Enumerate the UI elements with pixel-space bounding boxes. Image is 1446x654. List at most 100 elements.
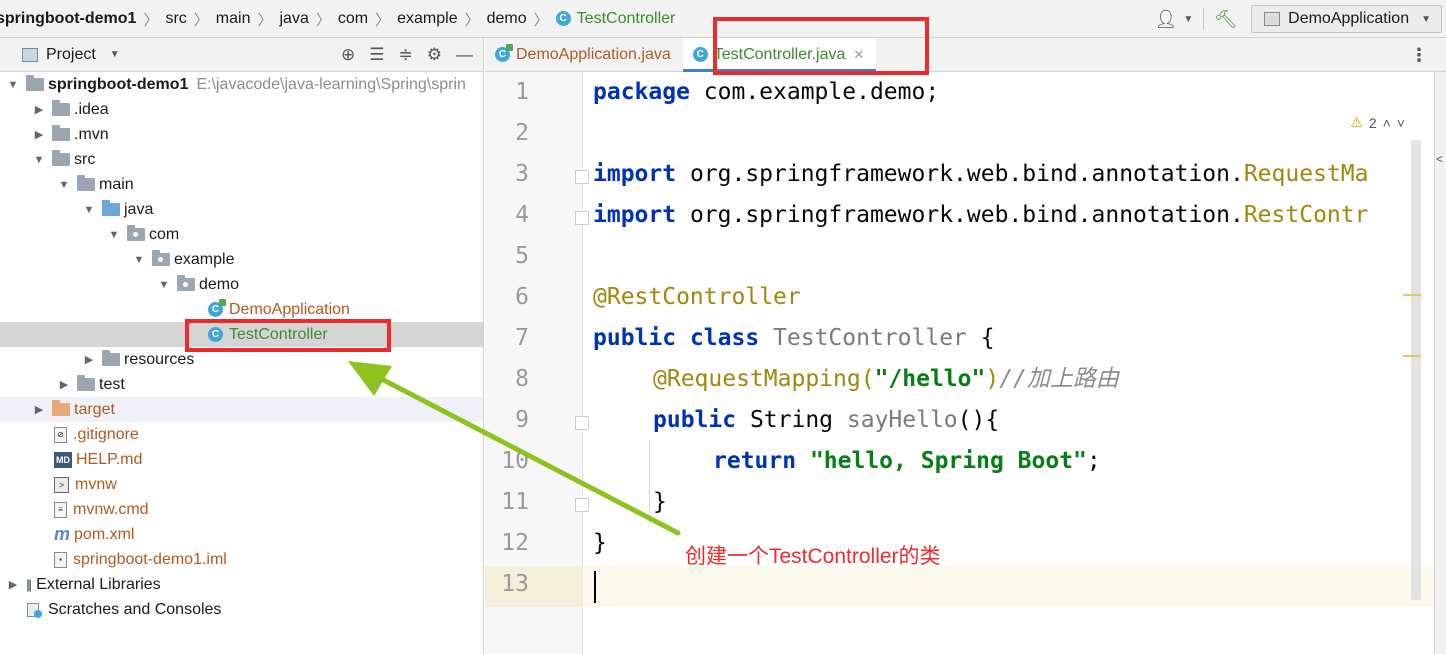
breadcrumb-item[interactable]: springboot-demo1 <box>0 10 136 28</box>
code-line-6: @RestController <box>593 284 801 310</box>
tree-label: pom.xml <box>74 525 135 543</box>
warning-stripe-mark[interactable] <box>1403 294 1421 296</box>
tree-item[interactable]: ▪ springboot-demo1.iml <box>0 547 483 572</box>
hammer-icon[interactable]: 🔨︎ <box>1214 9 1237 30</box>
tree-label: main <box>99 175 134 193</box>
tree-item[interactable]: ≡ mvnw.cmd <box>0 497 483 522</box>
application-icon <box>1264 12 1281 26</box>
chevron-right-icon[interactable]: ▶ <box>32 403 46 416</box>
chevron-down-icon[interactable]: ˅ <box>1397 115 1405 131</box>
locate-icon[interactable]: ⊕ <box>341 45 355 65</box>
chevron-right-icon[interactable]: ▶ <box>82 353 96 366</box>
collapse-all-icon[interactable]: ≑ <box>399 45 413 65</box>
chevron-right-icon[interactable]: ▶ <box>57 378 71 391</box>
tree-label: springboot-demo1.iml <box>73 550 227 568</box>
project-view-selector[interactable]: Project ▼ <box>22 46 120 64</box>
gear-icon[interactable]: ⚙ <box>427 45 442 65</box>
tree-label: .gitignore <box>73 425 139 443</box>
chevron-right-icon: 〉 <box>375 11 391 29</box>
tree-label: src <box>74 150 96 168</box>
close-icon[interactable]: ✕ <box>853 47 864 63</box>
shell-script-icon: > <box>54 476 69 493</box>
breadcrumb-item[interactable]: com <box>338 10 368 28</box>
tab-test-controller[interactable]: C TestController.java ✕ <box>682 38 877 72</box>
line-number: 7 <box>515 325 529 351</box>
chevron-down-icon[interactable]: ▼ <box>6 79 20 91</box>
project-icon <box>22 47 38 62</box>
tree-label: test <box>99 375 125 393</box>
fold-marker-icon[interactable] <box>575 211 589 225</box>
tree-item[interactable]: ▶ .idea <box>0 97 483 122</box>
java-class-icon: C <box>208 327 223 342</box>
tree-item[interactable]: C DemoApplication <box>0 297 483 322</box>
more-vertical-icon[interactable]: ⋮ <box>1410 38 1428 72</box>
tree-item[interactable]: m pom.xml <box>0 522 483 547</box>
code-editor: C DemoApplication.java C TestController.… <box>485 38 1446 654</box>
tree-item[interactable]: ▼ com <box>0 222 483 247</box>
chevron-right-icon[interactable]: ▶ <box>32 103 46 116</box>
chevron-down-icon[interactable]: ▼ <box>157 279 171 291</box>
tree-item[interactable]: ▼ main <box>0 172 483 197</box>
tree-item[interactable]: ▼ java <box>0 197 483 222</box>
tree-item[interactable]: ▶ ||| External Libraries <box>0 572 483 597</box>
breadcrumb-item[interactable]: src <box>165 10 186 28</box>
breadcrumb-item[interactable]: java <box>280 10 309 28</box>
chevron-right-icon: 〉 <box>193 11 209 29</box>
right-tool-strip: < <box>1434 72 1446 654</box>
warning-stripe-mark[interactable] <box>1403 355 1421 357</box>
tree-item[interactable]: ▼ demo <box>0 272 483 297</box>
chevron-down-icon: ▼ <box>1421 13 1431 25</box>
breadcrumb-current[interactable]: C TestController <box>555 10 675 28</box>
chevron-down-icon[interactable]: ▼ <box>1183 14 1193 25</box>
tree-label: Scratches and Consoles <box>48 600 222 618</box>
chevron-down-icon[interactable]: ▼ <box>107 229 121 241</box>
tree-item[interactable]: > mvnw <box>0 472 483 497</box>
excluded-folder-icon <box>52 400 70 416</box>
inspection-widget[interactable]: ⚠ 2 ˄ ˅ <box>1350 114 1405 131</box>
module-folder-icon <box>26 75 44 91</box>
code-area[interactable]: 1 2 3 4 5 6 7 8 9 10 11 12 13 package co… <box>485 72 1435 654</box>
tree-label: .mvn <box>74 125 109 143</box>
breadcrumb-item[interactable]: main <box>216 10 251 28</box>
breadcrumb-item[interactable]: example <box>397 10 457 28</box>
project-tool-window: Project ▼ ⊕ ☰ ≑ ⚙ — ▼ springboot-demo1 E… <box>0 38 484 654</box>
chevron-up-icon[interactable]: ˄ <box>1383 115 1391 131</box>
chevron-down-icon[interactable]: ▼ <box>32 154 46 166</box>
tree-item-selected[interactable]: C TestController <box>0 322 483 347</box>
fold-marker-icon[interactable] <box>575 416 589 430</box>
fold-marker-icon[interactable] <box>575 498 589 512</box>
annotation-caption: 创建一个TestController的类 <box>685 545 941 568</box>
tree-item-root[interactable]: ▼ springboot-demo1 E:\javacode\java-lear… <box>0 72 483 97</box>
code-line-9: public String sayHello(){ <box>653 407 1000 433</box>
chevron-left-icon[interactable]: < <box>1436 152 1443 166</box>
breadcrumb-item[interactable]: demo <box>487 10 527 28</box>
vertical-scrollbar[interactable] <box>1411 140 1421 600</box>
tree-item[interactable]: ▶ .mvn <box>0 122 483 147</box>
run-configuration-label: DemoApplication <box>1288 10 1410 27</box>
user-icon[interactable]: 👤︎ <box>1155 9 1178 30</box>
spring-boot-class-icon: C <box>495 44 513 62</box>
tree-item[interactable]: MD HELP.md <box>0 447 483 472</box>
chevron-down-icon[interactable]: ▼ <box>82 204 96 216</box>
chevron-down-icon[interactable]: ▼ <box>132 254 146 266</box>
run-configuration-select[interactable]: DemoApplication ▼ <box>1251 5 1442 33</box>
tree-item[interactable]: ▼ src <box>0 147 483 172</box>
fold-marker-icon[interactable] <box>575 170 589 184</box>
tab-demo-application[interactable]: C DemoApplication.java <box>485 38 683 71</box>
tree-item[interactable]: ▶ resources <box>0 347 483 372</box>
tree-path: E:\javacode\java-learning\Spring\sprin <box>196 75 466 93</box>
line-number: 11 <box>501 489 529 515</box>
chevron-right-icon[interactable]: ▶ <box>6 578 20 591</box>
chevron-right-icon[interactable]: ▶ <box>32 128 46 141</box>
tree-item[interactable]: ▶ test <box>0 372 483 397</box>
line-number: 8 <box>515 366 529 392</box>
expand-all-icon[interactable]: ☰ <box>369 45 384 65</box>
minimize-icon[interactable]: — <box>456 45 473 65</box>
spring-boot-class-icon: C <box>208 299 226 317</box>
code-line-4: import org.springframework.web.bind.anno… <box>593 202 1369 228</box>
tree-item[interactable]: Scratches and Consoles <box>0 597 483 622</box>
tree-item[interactable]: ▶ target <box>0 397 483 422</box>
chevron-down-icon[interactable]: ▼ <box>57 179 71 191</box>
tree-item[interactable]: ⊘ .gitignore <box>0 422 483 447</box>
tree-item[interactable]: ▼ example <box>0 247 483 272</box>
